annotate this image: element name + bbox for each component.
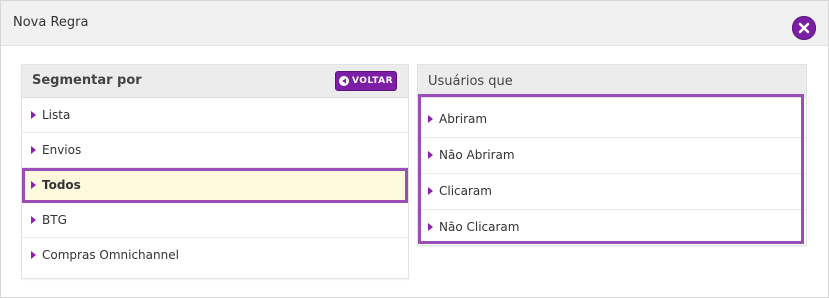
dialog-title: Nova Regra	[13, 15, 89, 30]
back-arrow-icon	[339, 76, 349, 86]
bullet-arrow-icon	[428, 115, 433, 123]
segment-item-lista[interactable]: Lista	[22, 98, 408, 133]
list-item-label: Não Clicaram	[439, 220, 520, 234]
list-item-label: BTG	[42, 213, 67, 227]
condition-item-nao-clicaram[interactable]: Não Clicaram	[418, 210, 806, 246]
list-item-label: Clicaram	[439, 184, 492, 198]
dialog-header: Nova Regra	[1, 1, 828, 46]
close-button[interactable]	[792, 16, 816, 40]
segment-item-compras-omnichannel[interactable]: Compras Omnichannel	[22, 238, 408, 273]
users-panel-title: Usuários que	[428, 74, 513, 89]
back-button-label: VOLTAR	[352, 76, 394, 86]
segment-panel-header: Segmentar por VOLTAR	[22, 65, 408, 98]
segment-item-envios[interactable]: Envios	[22, 133, 408, 168]
condition-item-clicaram[interactable]: Clicaram	[418, 174, 806, 210]
list-item-label: Lista	[42, 108, 71, 122]
back-button[interactable]: VOLTAR	[335, 71, 397, 91]
list-item-label: Não Abriram	[439, 148, 515, 162]
bullet-arrow-icon	[31, 111, 36, 119]
segment-item-todos[interactable]: Todos	[22, 168, 408, 203]
segment-panel-title: Segmentar por	[32, 73, 142, 88]
bullet-arrow-icon	[31, 146, 36, 154]
condition-item-nao-abriram[interactable]: Não Abriram	[418, 138, 806, 174]
bullet-arrow-icon	[31, 216, 36, 224]
close-icon	[798, 22, 810, 34]
condition-item-abriram[interactable]: Abriram	[418, 102, 806, 138]
users-panel-header: Usuários que	[418, 65, 806, 98]
list-item-label: Compras Omnichannel	[42, 248, 179, 262]
bullet-arrow-icon	[31, 181, 36, 189]
bullet-arrow-icon	[31, 251, 36, 259]
segment-item-btg[interactable]: BTG	[22, 203, 408, 238]
users-panel: Usuários que Abriram Não Abriram Clicara…	[417, 64, 807, 246]
bullet-arrow-icon	[428, 187, 433, 195]
list-item-label: Todos	[42, 178, 81, 192]
new-rule-dialog: Nova Regra Segmentar por VOLTAR Lista En…	[0, 0, 829, 298]
users-condition-list: Abriram Não Abriram Clicaram Não Clicara…	[418, 102, 806, 246]
segment-panel: Segmentar por VOLTAR Lista Envios Todos	[21, 64, 409, 279]
list-item-label: Abriram	[439, 112, 488, 126]
bullet-arrow-icon	[428, 223, 433, 231]
segment-list: Lista Envios Todos BTG Compras Omnichann…	[22, 98, 408, 273]
bullet-arrow-icon	[428, 151, 433, 159]
list-item-label: Envios	[42, 143, 82, 157]
